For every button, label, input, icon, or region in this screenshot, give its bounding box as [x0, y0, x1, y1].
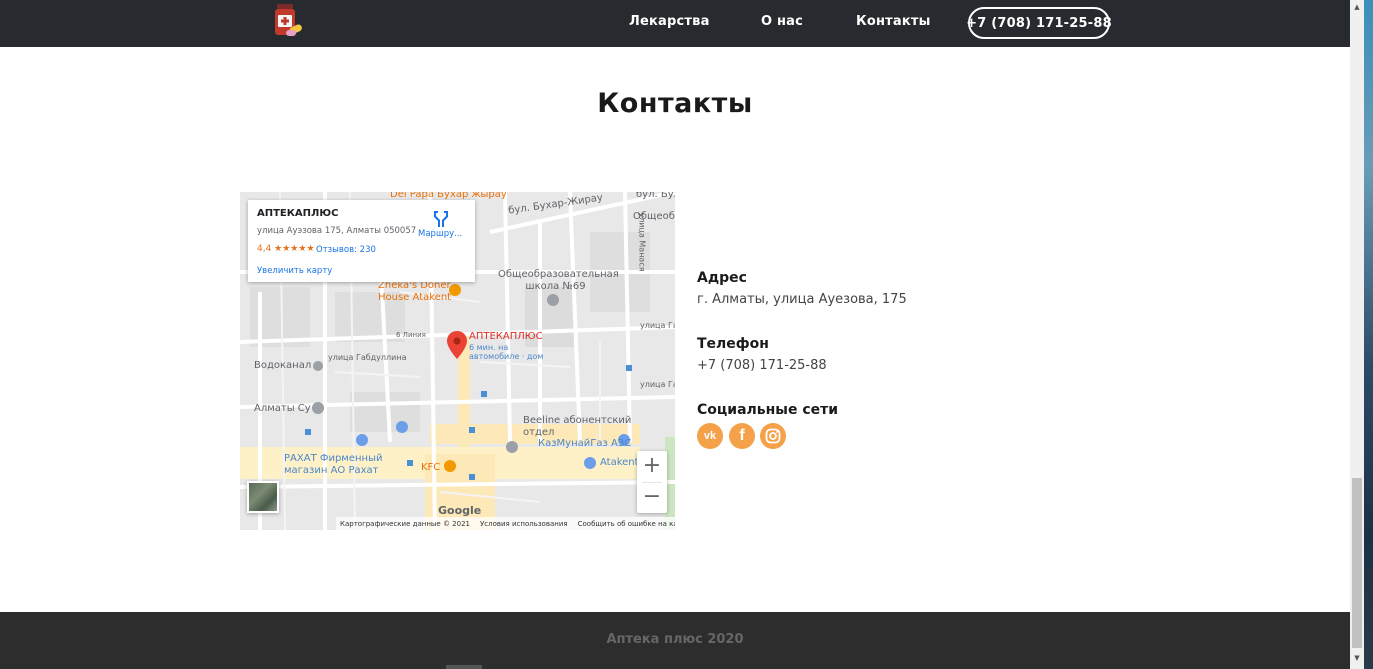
- map-data-credit: Картографические данные © 2021: [340, 519, 470, 528]
- map-label-gab-r2: улица Габ: [640, 380, 675, 389]
- address-title: Адрес: [697, 270, 747, 286]
- page: ▲ ▼ Лекарства О нас Контакты +7 (708) 17…: [0, 0, 1373, 669]
- google-map[interactable]: Del Papa Бухар жырау бул. Бухар-Жирау бу…: [240, 192, 675, 530]
- map-label-line6: 6 Линия: [396, 331, 426, 339]
- map-label-gab-r: улица Габ: [640, 321, 675, 330]
- social-title: Социальные сети: [697, 402, 839, 418]
- pharmacy-logo-icon[interactable]: [272, 4, 304, 38]
- phone-title: Телефон: [697, 336, 769, 352]
- phone-value[interactable]: +7 (708) 171-25-88: [697, 358, 827, 373]
- footer: Аптека плюс 2020: [0, 612, 1350, 669]
- vk-icon[interactable]: vk: [697, 423, 723, 449]
- zoom-out-button[interactable]: −: [637, 482, 667, 513]
- map-label-vodokanal: Водоканал: [254, 360, 312, 371]
- zoom-in-button[interactable]: +: [637, 451, 667, 482]
- map-attribution: Картографические данные © 2021 Условия и…: [336, 517, 675, 530]
- instagram-glyph-icon: [765, 428, 781, 444]
- map-label-pharmacy-sub: 6 мин. на автомобиле · дом: [469, 343, 544, 361]
- header: Лекарства О нас Контакты +7 (708) 171-25…: [0, 0, 1350, 47]
- map-label-kfc: KFC: [421, 462, 441, 473]
- address-value: г. Алматы, улица Ауезова, 175: [697, 292, 907, 307]
- location-pin-icon[interactable]: [447, 331, 467, 359]
- map-label-school: Общеобразовательная школа №69: [498, 269, 619, 292]
- map-label-pharmacy: АПТЕКАПЛЮС: [469, 331, 543, 342]
- map-label-zhekas: Zheka's Doner House Atakent: [378, 280, 452, 303]
- map-terms-link[interactable]: Условия использования: [480, 520, 568, 528]
- google-logo: Google: [438, 504, 482, 517]
- place-rating: 4,4 ★★★★★: [257, 244, 315, 254]
- nav-item-contacts[interactable]: Контакты: [856, 14, 931, 29]
- scroll-thumb[interactable]: [1352, 478, 1362, 648]
- nav-item-medicines[interactable]: Лекарства: [629, 14, 710, 29]
- map-label-gabdullina: улица Габдуллина: [328, 353, 407, 362]
- facebook-icon[interactable]: f: [729, 423, 755, 449]
- map-label-atakent: Atakent: [600, 457, 639, 468]
- map-label-beeline: Beeline абонентский отдел: [523, 415, 632, 438]
- nav-item-about[interactable]: О нас: [761, 14, 803, 29]
- directions-link[interactable]: Маршру...: [418, 229, 462, 239]
- page-title: Контакты: [597, 88, 753, 119]
- footer-scroll-handle: [446, 665, 482, 669]
- map-label-kmg: КазМунайГаз АЗС: [538, 438, 632, 449]
- place-address: улица Ауэзова 175, Алматы 050057: [257, 226, 417, 236]
- scroll-down-arrow-icon[interactable]: ▼: [1350, 652, 1364, 664]
- scroll-up-arrow-icon[interactable]: ▲: [1350, 2, 1364, 12]
- place-reviews-link[interactable]: Отзывов: 230: [316, 245, 376, 255]
- map-label-bul-short: бул. Бух: [636, 192, 675, 200]
- map-label-almaty-su: Алматы Су: [254, 403, 311, 414]
- map-label-rahat: РАХАТ Фирменный магазин АО Рахат: [284, 453, 383, 476]
- instagram-icon[interactable]: [760, 423, 786, 449]
- scrollbar[interactable]: ▲ ▼: [1350, 0, 1364, 669]
- zoom-control: + −: [637, 451, 667, 513]
- phone-button[interactable]: +7 (708) 171-25-88: [966, 7, 1112, 39]
- place-name: АПТЕКАПЛЮС: [257, 208, 339, 219]
- map-info-card: АПТЕКАПЛЮС улица Ауэзова 175, Алматы 050…: [248, 200, 475, 282]
- map-report-link[interactable]: Сообщить об ошибке на карте: [578, 520, 675, 528]
- directions-icon[interactable]: [430, 208, 452, 230]
- footer-copyright: Аптека плюс 2020: [606, 632, 744, 647]
- satellite-toggle-button[interactable]: [247, 481, 279, 513]
- enlarge-map-link[interactable]: Увеличить карту: [257, 266, 332, 276]
- map-label-mansya: улица Манася: [637, 212, 647, 272]
